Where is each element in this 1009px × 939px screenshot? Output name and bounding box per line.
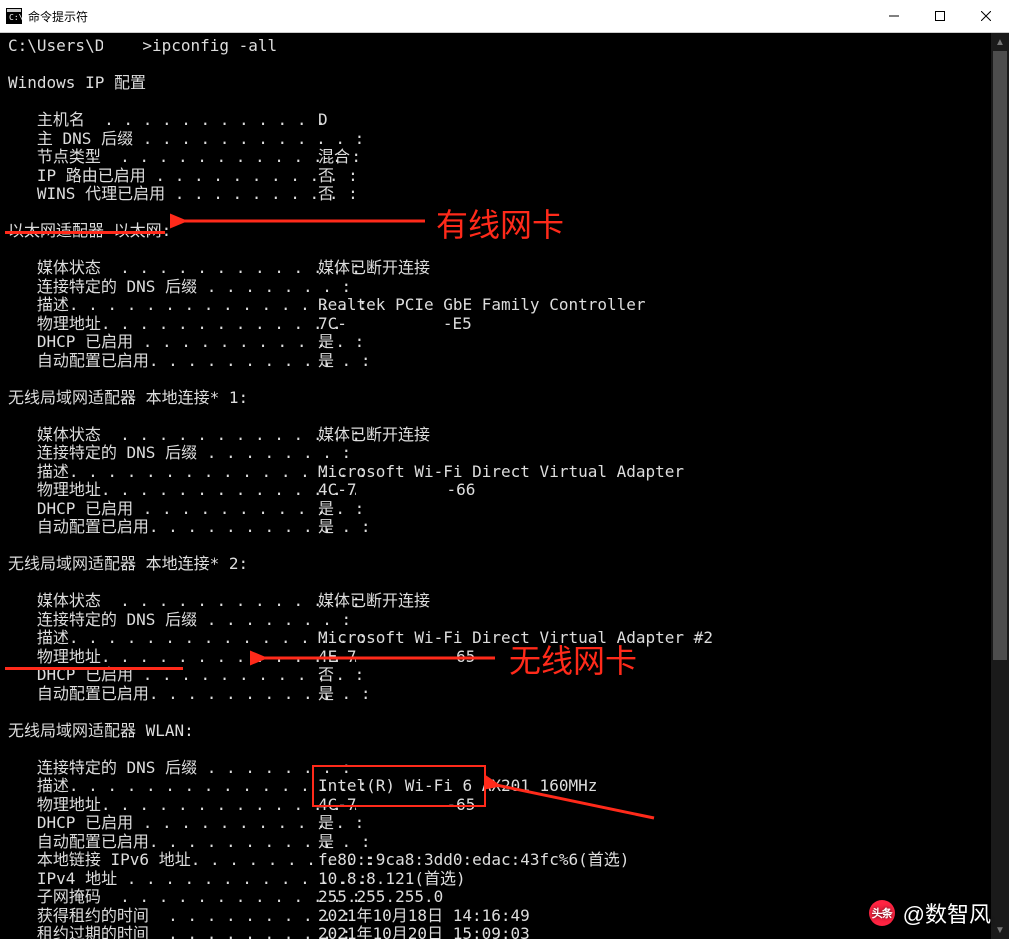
adapter-title: 无线局域网适配器 本地连接* 2:: [8, 555, 983, 574]
config-row: 连接特定的 DNS 后缀 . . . . . . . :: [8, 278, 983, 297]
config-row: 自动配置已启用. . . . . . . . . . . : 是: [8, 518, 983, 537]
maximize-button[interactable]: [917, 0, 963, 32]
terminal-client-area: C:\Users\D>ipconfig -all Windows IP 配置 主…: [0, 33, 1009, 939]
config-row: 本地链接 IPv6 地址. . . . . . . . . : fe80::9c…: [8, 851, 983, 870]
window-title: 命令提示符: [28, 8, 88, 25]
config-row: 描述. . . . . . . . . . . . . . . : Realte…: [8, 296, 983, 315]
config-row: DHCP 已启用 . . . . . . . . . . . : 否: [8, 666, 983, 685]
config-row: 物理地址. . . . . . . . . . . . . . : 4C-7-6…: [8, 796, 983, 815]
config-row: 媒体状态 . . . . . . . . . . . . : 媒体已断开连接: [8, 592, 983, 611]
command-prompt-line: C:\Users\D>ipconfig -all: [8, 37, 983, 56]
config-row: 描述. . . . . . . . . . . . . . . : Intel(…: [8, 777, 983, 796]
config-row: 主机名 . . . . . . . . . . . . . : D: [8, 111, 983, 130]
config-row: 子网掩码 . . . . . . . . . . . . : 255.255.2…: [8, 888, 983, 907]
scrollbar-thumb[interactable]: [993, 51, 1007, 660]
svg-text:C:\: C:\: [9, 13, 22, 22]
config-row: WINS 代理已启用 . . . . . . . . . : 否: [8, 185, 983, 204]
config-row: DHCP 已启用 . . . . . . . . . . . : 是: [8, 814, 983, 833]
config-row: 连接特定的 DNS 后缀 . . . . . . . :: [8, 444, 983, 463]
config-row: 媒体状态 . . . . . . . . . . . . : 媒体已断开连接: [8, 259, 983, 278]
config-row: 描述. . . . . . . . . . . . . . . : Micros…: [8, 629, 983, 648]
config-row: 自动配置已启用. . . . . . . . . . . : 是: [8, 685, 983, 704]
minimize-button[interactable]: [871, 0, 917, 32]
adapter-title: 以太网适配器 以太网:: [8, 222, 983, 241]
config-row: 媒体状态 . . . . . . . . . . . . : 媒体已断开连接: [8, 426, 983, 445]
cmd-icon: C:\: [6, 8, 22, 24]
config-row: 租约过期的时间 . . . . . . . . . : 2021年10月20日 …: [8, 925, 983, 939]
vertical-scrollbar[interactable]: ▲ ▼: [991, 33, 1009, 939]
config-row: IPv4 地址 . . . . . . . . . . . . : 10.8.8…: [8, 870, 983, 889]
config-row: 物理地址. . . . . . . . . . . . . . : 4E-7-6…: [8, 648, 983, 667]
terminal-output[interactable]: C:\Users\D>ipconfig -all Windows IP 配置 主…: [0, 33, 991, 939]
config-row: DHCP 已启用 . . . . . . . . . . . : 是: [8, 333, 983, 352]
config-row: 连接特定的 DNS 后缀 . . . . . . . :: [8, 611, 983, 630]
config-row: 自动配置已启用. . . . . . . . . . . : 是: [8, 352, 983, 371]
titlebar[interactable]: C:\ 命令提示符: [0, 0, 1009, 33]
config-row: 获得租约的时间 . . . . . . . . . : 2021年10月18日 …: [8, 907, 983, 926]
adapter-title: 无线局域网适配器 本地连接* 1:: [8, 389, 983, 408]
config-row: 物理地址. . . . . . . . . . . . . . : 4C-7-6…: [8, 481, 983, 500]
config-row: 主 DNS 后缀 . . . . . . . . . . . :: [8, 130, 983, 149]
config-row: DHCP 已启用 . . . . . . . . . . . : 是: [8, 500, 983, 519]
scroll-down-arrow[interactable]: ▼: [991, 921, 1009, 939]
ipconfig-header: Windows IP 配置: [8, 74, 983, 93]
config-row: 连接特定的 DNS 后缀 . . . . . . . :: [8, 759, 983, 778]
config-row: 物理地址. . . . . . . . . . . . . . : 7C--E5: [8, 315, 983, 334]
config-row: IP 路由已启用 . . . . . . . . . . : 否: [8, 167, 983, 186]
config-row: 自动配置已启用. . . . . . . . . . . : 是: [8, 833, 983, 852]
cmd-window: C:\ 命令提示符 C:\Users\D>ipconfig -all Windo…: [0, 0, 1009, 939]
config-row: 节点类型 . . . . . . . . . . . . : 混合: [8, 148, 983, 167]
close-button[interactable]: [963, 0, 1009, 32]
scroll-up-arrow[interactable]: ▲: [991, 33, 1009, 51]
config-row: 描述. . . . . . . . . . . . . . . : Micros…: [8, 463, 983, 482]
adapter-title: 无线局域网适配器 WLAN:: [8, 722, 983, 741]
